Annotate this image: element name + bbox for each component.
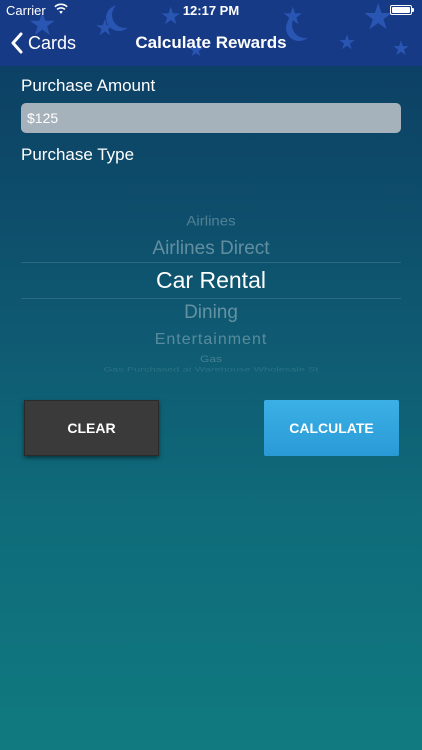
picker-item-selected[interactable]: Car Rental — [21, 267, 401, 294]
picker-item[interactable]: Airlines Direct — [21, 238, 401, 260]
picker-item[interactable]: Airlines — [21, 214, 401, 229]
purchase-type-label: Purchase Type — [21, 145, 135, 164]
page-title: Calculate Rewards — [135, 33, 287, 52]
calculate-button[interactable]: CALCULATE — [264, 400, 399, 456]
clear-button[interactable]: CLEAR — [24, 400, 159, 456]
status-bar: Carrier 12:17 PM — [0, 0, 422, 20]
purchase-amount-label: Purchase Amount — [21, 76, 156, 95]
picker-selection-line-top — [21, 262, 401, 263]
picker-item[interactable]: Gas Purchased at Warehouse Wholesale St — [21, 367, 401, 374]
picker-item[interactable]: Dining — [21, 302, 401, 324]
purchase-amount-input[interactable] — [21, 103, 401, 133]
navigation-header: ★ ★ ★ ★ ★ ★ ★ ★ Carrier 12:17 PM Cards C… — [0, 0, 422, 66]
picker-item[interactable]: Entertainment — [21, 331, 401, 349]
picker-item[interactable]: Gas — [21, 353, 401, 364]
picker-selection-line-bottom — [21, 298, 401, 299]
battery-icon — [390, 5, 414, 15]
clock: 12:17 PM — [182, 3, 240, 18]
purchase-type-picker[interactable]: Airlines Airlines Direct Car Rental Dini… — [21, 205, 401, 375]
